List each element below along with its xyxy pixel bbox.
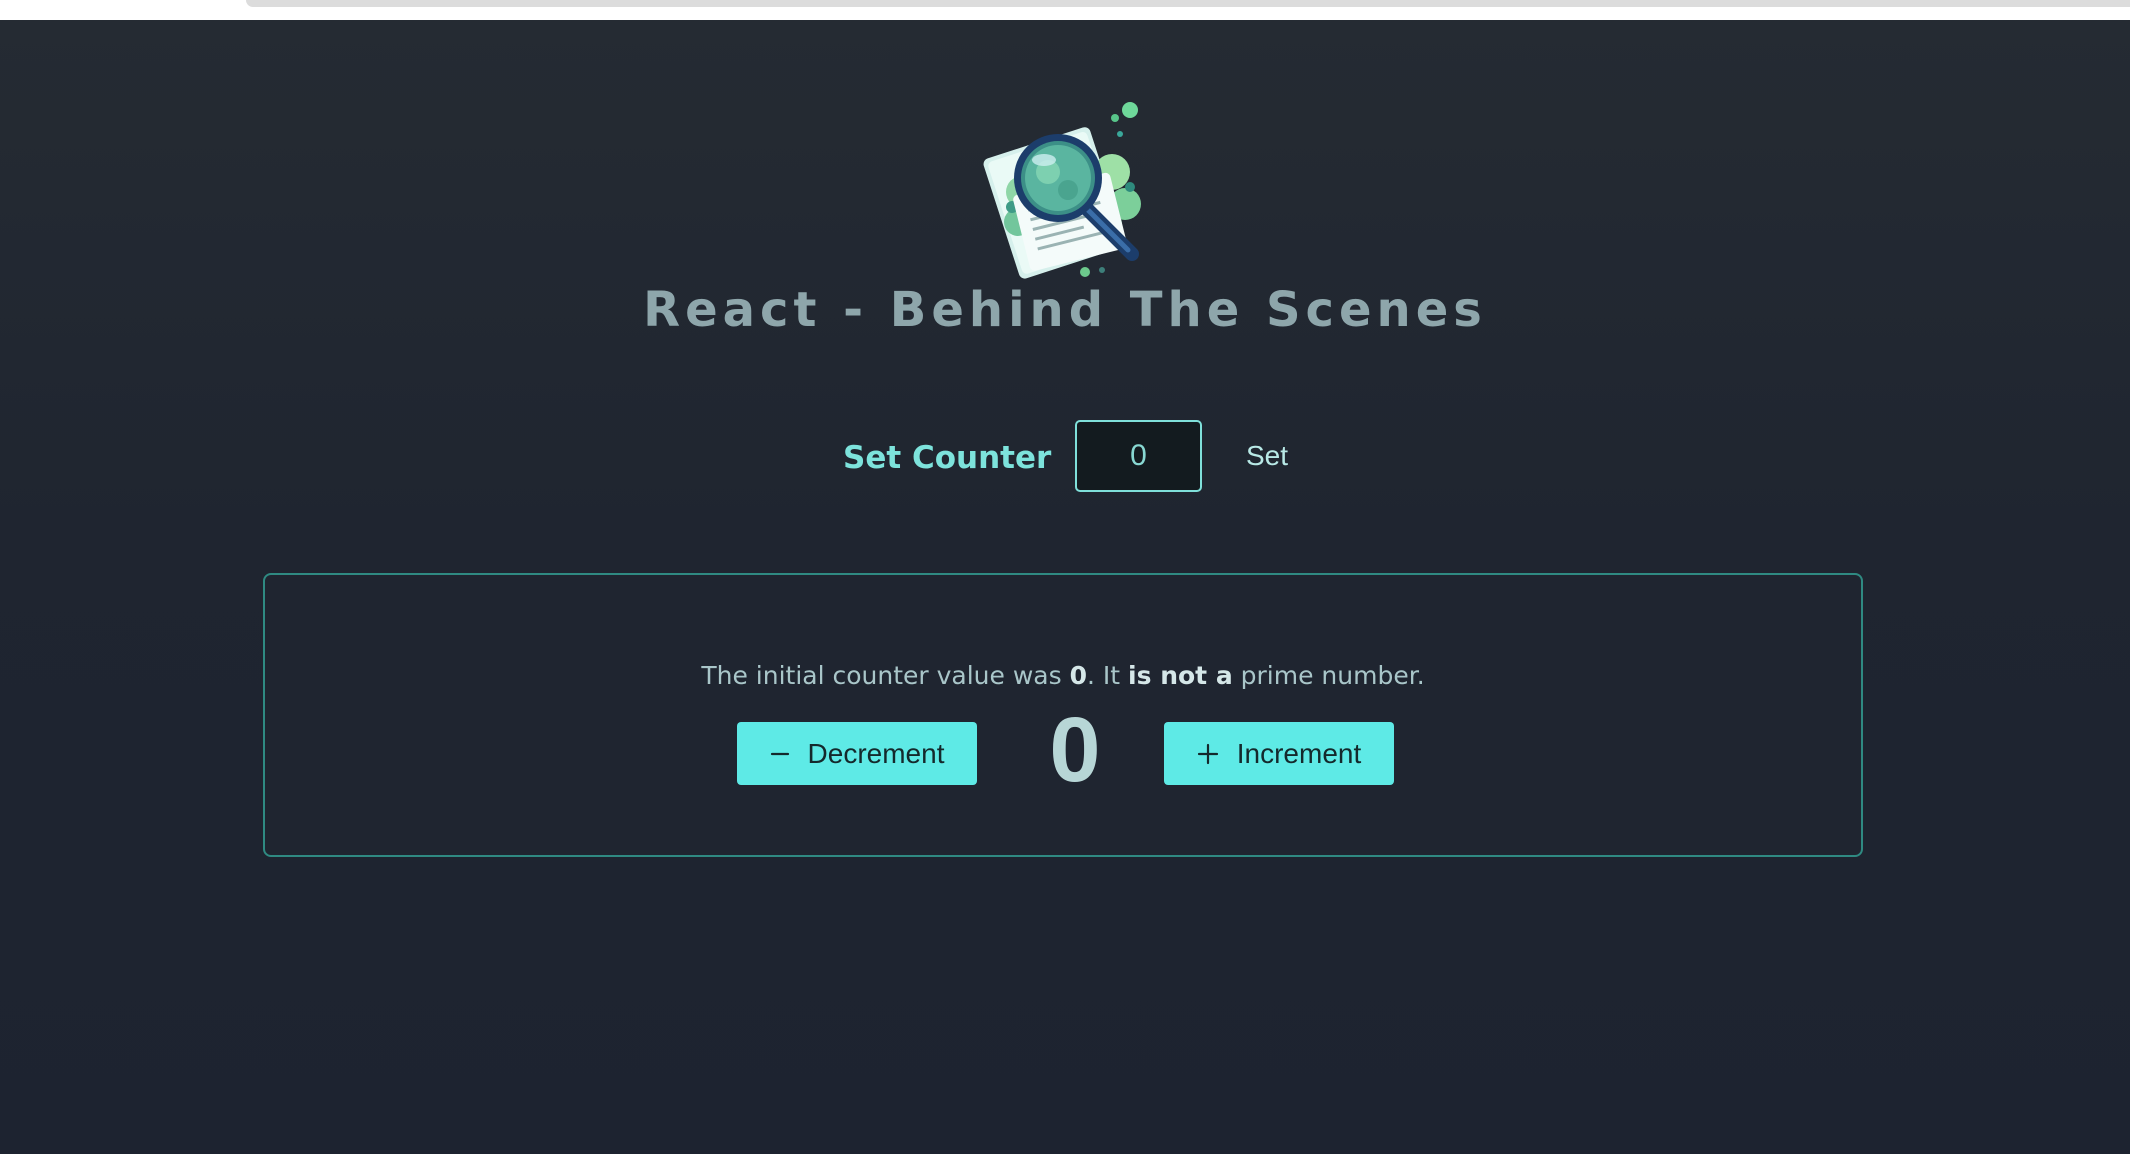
- magnifying-glass-logo-icon: [960, 92, 1160, 282]
- minus-icon: [770, 744, 790, 764]
- increment-button[interactable]: Increment: [1164, 722, 1394, 785]
- info-suffix: prime number.: [1240, 661, 1425, 690]
- browser-top-bar: [0, 0, 2130, 21]
- decrement-button[interactable]: Decrement: [737, 722, 977, 785]
- app-page: React - Behind The Scenes Set Counter Se…: [0, 20, 2130, 1154]
- counter-info-text: The initial counter value was 0. It is n…: [265, 661, 1861, 690]
- set-counter-input[interactable]: [1075, 420, 1202, 492]
- plus-icon: [1197, 743, 1219, 765]
- set-counter-section: Set Counter Set: [0, 420, 2130, 492]
- initial-value: 0: [1069, 661, 1088, 690]
- page-title: React - Behind The Scenes: [643, 282, 1487, 338]
- set-button[interactable]: Set: [1236, 434, 1298, 478]
- info-middle: . It: [1087, 661, 1121, 690]
- counter-value: 0: [1049, 699, 1101, 801]
- info-prefix: The initial counter value was: [701, 661, 1062, 690]
- prime-status: is not a: [1128, 661, 1233, 690]
- decrement-label: Decrement: [807, 737, 945, 769]
- browser-scrollbar[interactable]: [246, 0, 2130, 7]
- counter-card: The initial counter value was 0. It is n…: [263, 573, 1863, 857]
- increment-label: Increment: [1236, 737, 1362, 769]
- set-counter-label: Set Counter: [843, 440, 1052, 476]
